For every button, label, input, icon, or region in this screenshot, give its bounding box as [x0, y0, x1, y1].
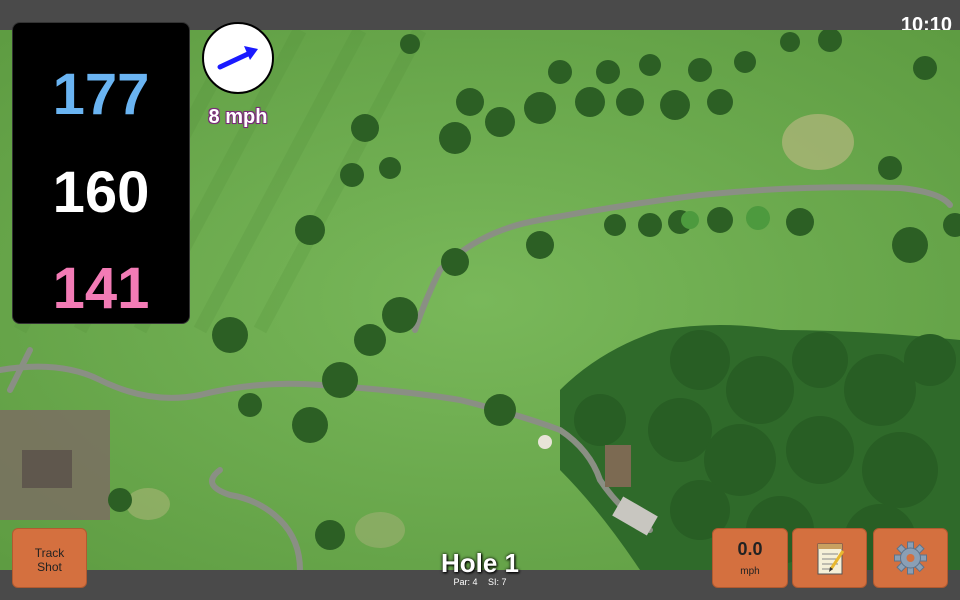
notes-button[interactable] — [792, 528, 867, 588]
front-yardage: 141 — [52, 256, 150, 321]
yardage-panel: 177 160 141 — [12, 22, 190, 324]
settings-button[interactable] — [873, 528, 948, 588]
speed-unit: mph — [740, 566, 760, 577]
hole-stroke-index: SI: 7 — [488, 577, 507, 587]
middle-yardage: 160 — [52, 160, 150, 225]
wind-indicator — [202, 22, 274, 94]
speed-button[interactable]: 0.0 mph — [712, 528, 788, 588]
wind-speed: 8 mph — [208, 106, 268, 128]
hole-par: Par: 4 — [453, 577, 478, 587]
speed-value: 0.0 — [737, 539, 763, 559]
track-shot-label-line2: Shot — [37, 560, 62, 574]
track-shot-label-line1: Track — [34, 546, 65, 560]
hole-info: Par: 4 SI: 7 — [400, 577, 560, 587]
wind-arrow-icon — [217, 46, 258, 70]
hole-title: Hole 1 — [440, 548, 520, 578]
gear-icon — [894, 541, 927, 575]
notepad-icon — [817, 543, 845, 575]
back-yardage: 177 — [52, 62, 150, 127]
track-shot-button[interactable]: Track Shot — [12, 528, 87, 588]
